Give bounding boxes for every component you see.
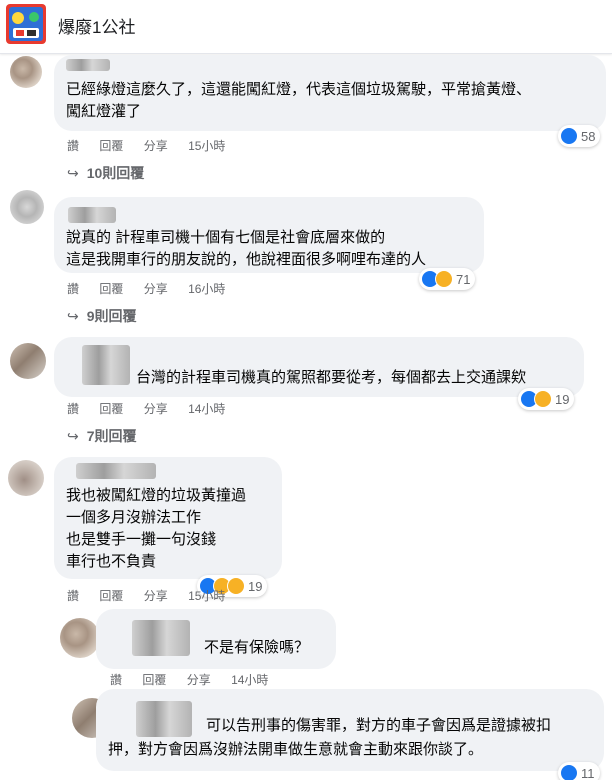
reply-text: 不是有保險嗎？ <box>204 639 310 656</box>
replier-name[interactable] <box>136 701 192 737</box>
share-button[interactable]: 分享 <box>187 673 211 687</box>
comment-bubble: 說真的 計程車司機十個有七個是社會底層來做的 這是我開車行的朋友說的，他說裡面很… <box>54 197 484 273</box>
commenter-avatar[interactable] <box>8 460 44 496</box>
view-replies-link[interactable]: ↪ 10則回覆 <box>67 163 144 183</box>
page-header: 爆廢1公社 <box>0 0 612 54</box>
commenter-name[interactable] <box>68 207 116 223</box>
comment-actions: 讚 回覆 分享 16小時 <box>67 280 225 297</box>
share-button[interactable]: 分享 <box>144 589 168 603</box>
commenter-avatar[interactable] <box>10 56 42 88</box>
like-reaction-icon <box>560 127 578 145</box>
like-button[interactable]: 讚 <box>67 402 79 416</box>
view-replies-link[interactable]: ↪ 9則回覆 <box>67 306 137 326</box>
comment-bubble: 已經綠燈這麼久了，這還能闖紅燈，代表這個垃圾駕駛，平常搶黃燈、 闖紅燈灌了 <box>54 55 606 131</box>
reaction-summary[interactable]: 19 <box>518 388 575 410</box>
replier-name[interactable] <box>132 620 190 656</box>
reaction-count: 19 <box>555 391 570 407</box>
like-button[interactable]: 讚 <box>67 282 79 296</box>
reply-button[interactable]: 回覆 <box>99 589 123 603</box>
page-logo[interactable] <box>6 4 46 44</box>
like-button[interactable]: 讚 <box>110 673 122 687</box>
reply-timestamp[interactable]: 14小時 <box>231 673 268 687</box>
replies-count-label: 7則回覆 <box>86 428 137 444</box>
commenter-name[interactable] <box>82 345 130 385</box>
share-button[interactable]: 分享 <box>144 282 168 296</box>
comment-timestamp[interactable]: 16小時 <box>188 282 225 296</box>
reply-arrow-icon: ↪ <box>67 308 79 324</box>
replier-avatar[interactable] <box>60 618 100 658</box>
reaction-count: 71 <box>456 271 471 287</box>
comment-text: 一個多月沒辦法工作 <box>66 509 202 526</box>
page-title[interactable]: 爆廢1公社 <box>58 13 135 38</box>
reply-bubble: 不是有保險嗎？ <box>96 609 336 669</box>
haha-reaction-icon <box>435 270 453 288</box>
like-reaction-icon <box>560 764 578 780</box>
commenter-avatar[interactable] <box>10 190 44 224</box>
reply-text: 押，對方會因爲沒辦法開車做生意就會主動來跟你談了。 <box>108 741 484 758</box>
reply-bubble: 可以告刑事的傷害罪，對方的車子會因爲是證據被扣 押，對方會因爲沒辦法開車做生意就… <box>96 689 604 771</box>
reply-button[interactable]: 回覆 <box>99 402 123 416</box>
like-button[interactable]: 讚 <box>67 589 79 603</box>
care-reaction-icon <box>227 577 245 595</box>
comment-text: 說真的 計程車司機十個有七個是社會底層來做的 <box>66 229 386 246</box>
comment-text: 也是雙手一攤一句沒錢 <box>66 531 217 548</box>
comment-text: 闖紅燈灌了 <box>66 103 142 120</box>
reply-arrow-icon: ↪ <box>67 428 79 444</box>
reply-actions: 讚 回覆 分享 14小時 <box>110 671 268 688</box>
comment-text: 這是我開車行的朋友說的，他說裡面很多啊哩布達的人 <box>66 251 427 268</box>
comment-bubble: 台灣的計程車司機真的駕照都要從考，每個都去上交通課欸 <box>54 337 584 397</box>
reply-button[interactable]: 回覆 <box>99 139 123 153</box>
comment-text: 已經綠燈這麼久了，這還能闖紅燈，代表這個垃圾駕駛，平常搶黃燈、 <box>66 81 532 98</box>
like-button[interactable]: 讚 <box>67 139 79 153</box>
reply-button[interactable]: 回覆 <box>99 282 123 296</box>
comment-bubble: 我也被闖紅燈的垃圾黃撞過 一個多月沒辦法工作 也是雙手一攤一句沒錢 車行也不負責 <box>54 457 282 579</box>
comment-actions: 讚 回覆 分享 15小時 <box>67 137 225 154</box>
replies-count-label: 9則回覆 <box>86 308 137 324</box>
comment-text: 車行也不負責 <box>66 553 157 570</box>
commenter-avatar[interactable] <box>10 343 46 379</box>
comment-text: 台灣的計程車司機真的駕照都要從考，每個都去上交通課欸 <box>136 369 527 386</box>
view-replies-link[interactable]: ↪ 7則回覆 <box>67 426 137 446</box>
comment-timestamp[interactable]: 14小時 <box>188 402 225 416</box>
comment-actions: 讚 回覆 分享 14小時 <box>67 400 225 417</box>
sad-reaction-icon <box>534 390 552 408</box>
reaction-summary[interactable]: 11 <box>558 762 600 780</box>
replies-count-label: 10則回覆 <box>86 165 145 181</box>
comment-timestamp[interactable]: 15小時 <box>188 139 225 153</box>
reaction-count: 11 <box>581 765 595 780</box>
reply-text: 可以告刑事的傷害罪，對方的車子會因爲是證據被扣 <box>206 717 552 734</box>
share-button[interactable]: 分享 <box>144 402 168 416</box>
reaction-summary[interactable]: 58 <box>558 125 601 147</box>
reply-arrow-icon: ↪ <box>67 165 79 181</box>
comment-timestamp[interactable]: 15小時 <box>188 589 225 603</box>
commenter-name[interactable] <box>66 59 110 71</box>
comment-actions: 讚 回覆 分享 15小時 <box>67 587 225 604</box>
reaction-count: 19 <box>248 578 263 594</box>
reaction-summary[interactable]: 71 <box>419 268 476 290</box>
commenter-name[interactable] <box>76 463 156 479</box>
share-button[interactable]: 分享 <box>144 139 168 153</box>
reaction-count: 58 <box>581 128 596 144</box>
comment-text: 我也被闖紅燈的垃圾黃撞過 <box>66 487 247 504</box>
reply-button[interactable]: 回覆 <box>142 673 166 687</box>
